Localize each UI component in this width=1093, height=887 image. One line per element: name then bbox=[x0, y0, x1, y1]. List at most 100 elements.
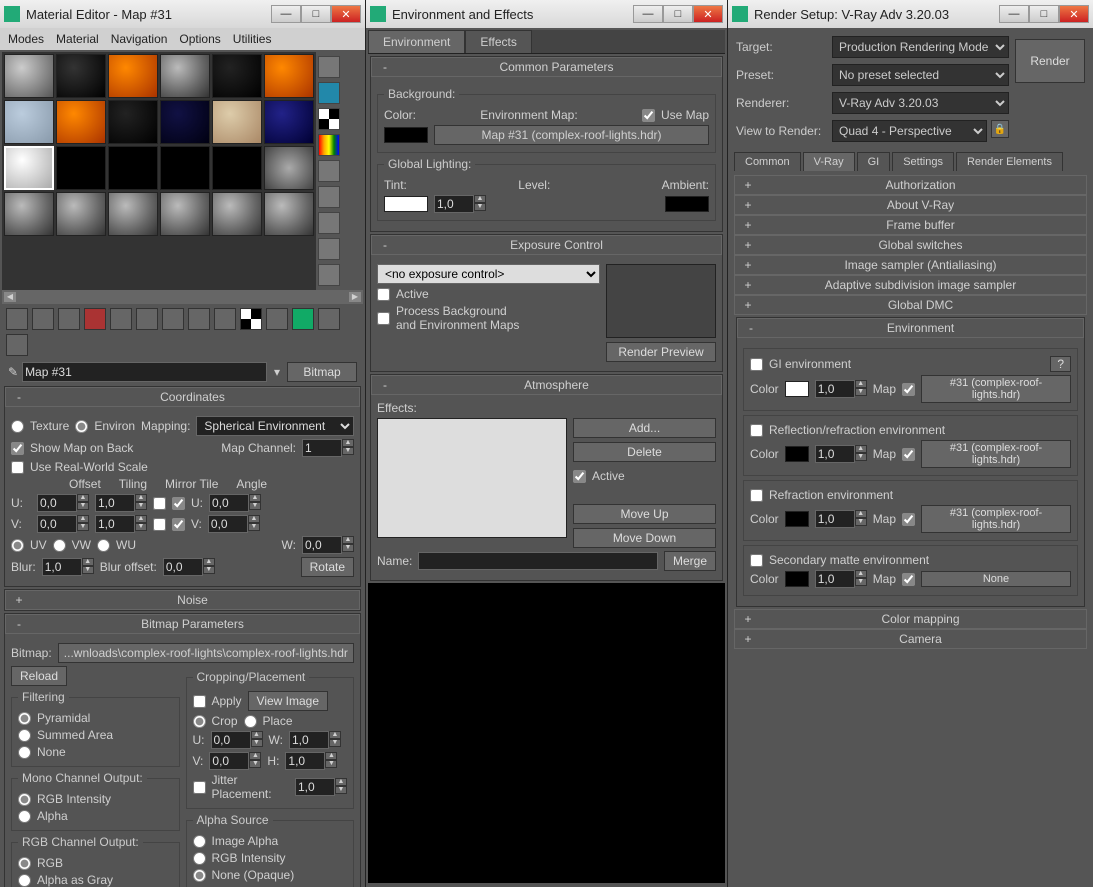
apply-check[interactable] bbox=[193, 695, 206, 708]
sibling-icon[interactable] bbox=[6, 334, 28, 356]
u-tiling-spinner[interactable]: ▲▼ bbox=[95, 494, 147, 512]
menu-modes[interactable]: Modes bbox=[8, 32, 44, 46]
material-swatch[interactable] bbox=[56, 192, 106, 236]
use-map-check[interactable] bbox=[642, 109, 655, 122]
go-forward-icon[interactable] bbox=[292, 308, 314, 330]
gi-mult-spinner[interactable]: ▲▼ bbox=[815, 380, 867, 398]
u-mirror-check[interactable] bbox=[153, 497, 166, 510]
exposure-select[interactable]: <no exposure control> bbox=[377, 264, 600, 284]
atmos-active-check[interactable] bbox=[573, 470, 586, 483]
material-swatch-selected[interactable] bbox=[4, 146, 54, 190]
tint-swatch[interactable] bbox=[384, 196, 428, 212]
tab-vray[interactable]: V-Ray bbox=[803, 152, 855, 171]
minimize-button[interactable]: — bbox=[633, 5, 663, 23]
sample-uv-icon[interactable] bbox=[318, 134, 340, 156]
bitmap-path-button[interactable]: ...wnloads\complex-roof-lights\complex-r… bbox=[58, 643, 354, 663]
alpha-rgb-radio[interactable] bbox=[193, 852, 206, 865]
exposure-header[interactable]: -Exposure Control bbox=[371, 235, 722, 255]
rotate-button[interactable]: Rotate bbox=[301, 557, 354, 577]
merge-button[interactable]: Merge bbox=[664, 551, 716, 571]
rollup-about[interactable]: +About V-Ray bbox=[734, 195, 1087, 215]
refl-env-check[interactable] bbox=[750, 424, 763, 437]
refl-map-button[interactable]: #31 (complex-roof-lights.hdr) bbox=[921, 440, 1071, 468]
tab-common[interactable]: Common bbox=[734, 152, 801, 171]
get-material-icon[interactable] bbox=[6, 308, 28, 330]
checker-icon[interactable] bbox=[318, 108, 340, 130]
dropdown-icon[interactable]: ▾ bbox=[271, 365, 283, 379]
place-radio[interactable] bbox=[244, 715, 257, 728]
minimize-button[interactable]: — bbox=[271, 5, 301, 23]
filtering-summed-radio[interactable] bbox=[18, 729, 31, 742]
exposure-active-check[interactable] bbox=[377, 288, 390, 301]
material-swatch[interactable] bbox=[264, 192, 314, 236]
material-swatch[interactable] bbox=[160, 192, 210, 236]
tab-environment[interactable]: Environment bbox=[368, 30, 465, 53]
filtering-none-radio[interactable] bbox=[18, 746, 31, 759]
alpha-gray-radio[interactable] bbox=[18, 874, 31, 887]
refr-color-swatch[interactable] bbox=[785, 511, 809, 527]
maximize-button[interactable]: □ bbox=[301, 5, 331, 23]
alpha-image-radio[interactable] bbox=[193, 835, 206, 848]
delete-effect-button[interactable]: Delete bbox=[573, 442, 716, 462]
matte-mult-spinner[interactable]: ▲▼ bbox=[815, 570, 867, 588]
effects-listbox[interactable] bbox=[377, 418, 567, 538]
u-offset-spinner[interactable]: ▲▼ bbox=[37, 494, 89, 512]
tab-gi[interactable]: GI bbox=[857, 152, 891, 171]
v-angle-spinner[interactable]: ▲▼ bbox=[208, 515, 260, 533]
material-swatch[interactable] bbox=[264, 100, 314, 144]
mono-alpha-radio[interactable] bbox=[18, 810, 31, 823]
crop-v-spinner[interactable]: ▲▼ bbox=[209, 752, 261, 770]
v-tiling-spinner[interactable]: ▲▼ bbox=[95, 515, 147, 533]
w-angle-spinner[interactable]: ▲▼ bbox=[302, 536, 354, 554]
environment-titlebar[interactable]: Environment and Effects — □ ✕ bbox=[366, 0, 727, 28]
material-swatch[interactable] bbox=[108, 54, 158, 98]
maximize-button[interactable]: □ bbox=[663, 5, 693, 23]
video-check-icon[interactable] bbox=[318, 160, 340, 182]
material-swatch[interactable] bbox=[160, 100, 210, 144]
level-spinner[interactable]: ▲▼ bbox=[434, 195, 486, 213]
checker-toggle-icon[interactable] bbox=[240, 308, 262, 330]
v-mirror-check[interactable] bbox=[153, 518, 166, 531]
show-map-on-back-check[interactable] bbox=[11, 442, 24, 455]
rollup-global-dmc[interactable]: +Global DMC bbox=[734, 295, 1087, 315]
material-swatch[interactable] bbox=[264, 54, 314, 98]
mapping-select[interactable]: Spherical Environment bbox=[196, 416, 354, 436]
gi-color-swatch[interactable] bbox=[785, 381, 809, 397]
lock-icon[interactable]: 🔒 bbox=[991, 120, 1009, 138]
refr-map-check[interactable] bbox=[902, 513, 915, 526]
matte-color-swatch[interactable] bbox=[785, 571, 809, 587]
vray-environment-header[interactable]: -Environment bbox=[737, 318, 1084, 338]
filtering-pyramidal-radio[interactable] bbox=[18, 712, 31, 725]
make-preview-icon[interactable] bbox=[318, 186, 340, 208]
v-offset-spinner[interactable]: ▲▼ bbox=[37, 515, 89, 533]
atmosphere-header[interactable]: -Atmosphere bbox=[371, 375, 722, 395]
refl-color-swatch[interactable] bbox=[785, 446, 809, 462]
view-select[interactable]: Quad 4 - Perspective bbox=[832, 120, 987, 142]
menu-utilities[interactable]: Utilities bbox=[233, 32, 272, 46]
noise-header[interactable]: +Noise bbox=[5, 590, 360, 610]
rollup-color-mapping[interactable]: +Color mapping bbox=[734, 609, 1087, 629]
target-select[interactable]: Production Rendering Mode bbox=[832, 36, 1009, 58]
material-swatch[interactable] bbox=[160, 146, 210, 190]
bitmap-params-header[interactable]: -Bitmap Parameters bbox=[5, 614, 360, 634]
uv-radio[interactable] bbox=[11, 539, 24, 552]
map-channel-spinner[interactable]: ▲▼ bbox=[302, 439, 354, 457]
crop-radio[interactable] bbox=[193, 715, 206, 728]
render-preview-button[interactable]: Render Preview bbox=[606, 342, 716, 362]
jitter-check[interactable] bbox=[193, 781, 206, 794]
refr-mult-spinner[interactable]: ▲▼ bbox=[815, 510, 867, 528]
menu-options[interactable]: Options bbox=[179, 32, 220, 46]
gi-map-check[interactable] bbox=[902, 383, 915, 396]
close-button[interactable]: ✕ bbox=[331, 5, 361, 23]
u-tile-check[interactable] bbox=[172, 497, 185, 510]
material-swatch[interactable] bbox=[108, 192, 158, 236]
tab-render-elements[interactable]: Render Elements bbox=[956, 152, 1063, 171]
maximize-button[interactable]: □ bbox=[1029, 5, 1059, 23]
render-setup-titlebar[interactable]: Render Setup: V-Ray Adv 3.20.03 — □ ✕ bbox=[728, 0, 1093, 28]
material-swatch[interactable] bbox=[212, 192, 262, 236]
material-swatch[interactable] bbox=[108, 146, 158, 190]
environ-radio[interactable] bbox=[75, 420, 88, 433]
mono-rgb-radio[interactable] bbox=[18, 793, 31, 806]
material-swatch[interactable] bbox=[4, 54, 54, 98]
process-bg-check[interactable] bbox=[377, 312, 390, 325]
